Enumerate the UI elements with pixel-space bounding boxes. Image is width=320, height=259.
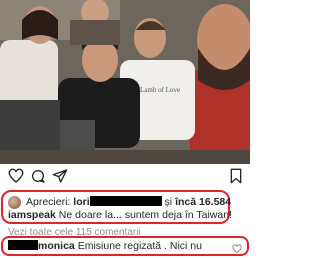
- post-photo[interactable]: Lamb of Love: [0, 0, 250, 164]
- caption-line: iamspeak Ne doare la... suntem deja în T…: [8, 209, 232, 221]
- comment-icon[interactable]: [30, 168, 46, 184]
- bookmark-icon[interactable]: [228, 168, 244, 184]
- caption-username[interactable]: iamspeak: [8, 209, 56, 221]
- likes-prefix: Aprecieri:: [26, 196, 71, 208]
- caption-text: Ne doare la... suntem deja în Taiwan!: [58, 209, 232, 221]
- liker-avatar[interactable]: [8, 196, 21, 209]
- comment-text: Emisiune regizată . Nici nu: [77, 240, 202, 252]
- comment-line: monica Emisiune regizată . Nici nu: [8, 240, 202, 252]
- heart-icon[interactable]: [8, 168, 24, 184]
- redacted-username: [89, 196, 162, 206]
- group-photo-illustration: Lamb of Love: [0, 0, 250, 164]
- likes-count[interactable]: încă 16.584: [175, 196, 231, 208]
- likes-line[interactable]: Aprecieri: lori și încă 16.584: [26, 196, 231, 208]
- shirt-text: Lamb of Love: [140, 86, 180, 94]
- likes-and: și: [164, 196, 173, 208]
- redacted-commenter: [8, 240, 38, 250]
- comment-username[interactable]: monica: [38, 240, 75, 252]
- liker-username[interactable]: lori: [73, 196, 89, 208]
- share-icon[interactable]: [52, 168, 68, 184]
